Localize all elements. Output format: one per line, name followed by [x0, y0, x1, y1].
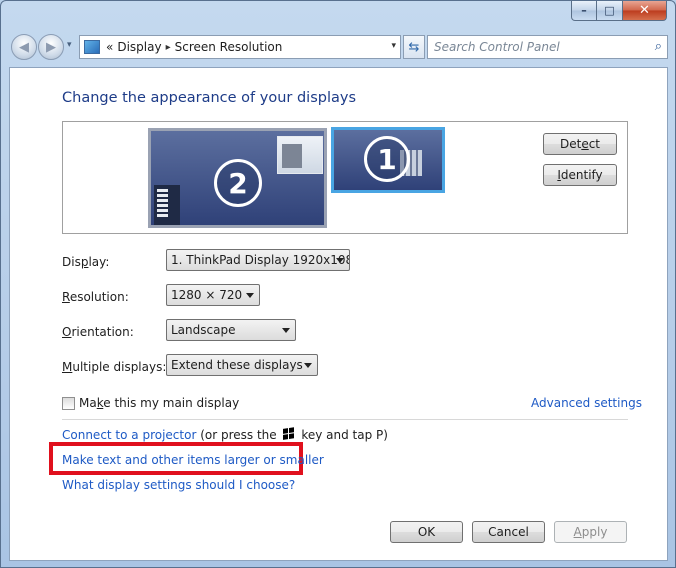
apply-label: Apply [573, 525, 608, 539]
breadcrumb-separator-icon[interactable]: ▸ [166, 42, 171, 53]
advanced-settings-link[interactable]: Advanced settings [531, 396, 642, 410]
display-select[interactable]: 1. ThinkPad Display 1920x1080 [166, 249, 350, 271]
monitor-taskbar-thumbnail [154, 185, 180, 225]
multiple-displays-select[interactable]: Extend these displays [166, 354, 318, 376]
ok-label: OK [417, 525, 436, 539]
page-title: Change the appearance of your displays [62, 90, 357, 106]
close-button[interactable]: ✕ [623, 1, 667, 21]
projector-hint-before: (or press the [200, 428, 277, 442]
display-settings-help-link[interactable]: What display settings should I choose? [62, 478, 295, 492]
window: – □ ✕ ◀ ▶ ▾ « Display ▸ Screen Resolutio… [0, 0, 676, 568]
breadcrumb-display[interactable]: Display [117, 40, 161, 54]
projector-hint-after: key and tap P) [301, 428, 388, 442]
breadcrumb-overflow[interactable]: « [106, 40, 113, 54]
projector-line: Connect to a projector (or press the key… [62, 427, 388, 442]
recent-pages-dropdown[interactable]: ▾ [67, 40, 72, 50]
multiple-displays-select-value: Extend these displays [171, 358, 303, 372]
main-content: Change the appearance of your displays 2… [9, 67, 668, 561]
back-button[interactable]: ◀ [11, 34, 37, 60]
chevron-down-icon [282, 328, 290, 333]
search-placeholder: Search Control Panel [434, 40, 560, 54]
orientation-label: Orientation: [62, 325, 134, 339]
caption-buttons: – □ ✕ [571, 1, 667, 21]
display-label: Display: [62, 255, 110, 269]
chevron-down-icon [246, 293, 254, 298]
detect-label: Detect [559, 137, 601, 151]
maximize-button[interactable]: □ [597, 1, 623, 21]
main-display-checkbox-label[interactable]: Make this my main display [79, 396, 239, 410]
monitor-1[interactable]: 1 [331, 127, 445, 193]
forward-arrow-icon: ▶ [46, 39, 56, 55]
orientation-select-value: Landscape [171, 323, 236, 337]
connect-projector-link[interactable]: Connect to a projector [62, 428, 196, 442]
windows-logo-icon [282, 427, 295, 441]
detect-button[interactable]: Detect [543, 133, 617, 155]
identify-button[interactable]: Identify [543, 164, 617, 186]
cancel-button[interactable]: Cancel [472, 521, 545, 543]
ok-button[interactable]: OK [390, 521, 463, 543]
resolution-select[interactable]: 1280 × 720 [166, 284, 260, 306]
display-select-value: 1. ThinkPad Display 1920x1080 [171, 253, 350, 267]
monitor-arrangement: 2 1 Detect Identify [62, 121, 628, 234]
resolution-label: Resolution: [62, 290, 129, 304]
address-dropdown-icon[interactable]: ▾ [391, 41, 396, 51]
text-size-link[interactable]: Make text and other items larger or smal… [62, 453, 324, 467]
monitor-window-thumbnail [277, 136, 323, 174]
search-icon[interactable]: ⌕ [655, 39, 662, 54]
back-arrow-icon: ◀ [19, 39, 29, 55]
multiple-displays-label: Multiple displays: [62, 360, 167, 374]
control-panel-icon [84, 40, 100, 54]
resolution-select-value: 1280 × 720 [171, 288, 243, 302]
identify-label: Identify [557, 168, 603, 182]
navigation-bar: ◀ ▶ ▾ « Display ▸ Screen Resolution ▾ ⇆ … [9, 31, 668, 63]
monitor-number-badge: 2 [214, 159, 262, 207]
main-display-checkbox[interactable] [62, 397, 75, 410]
chevron-down-icon [304, 363, 312, 368]
breadcrumb-screen-resolution[interactable]: Screen Resolution [175, 40, 283, 54]
divider [62, 419, 628, 420]
refresh-icon: ⇆ [408, 39, 420, 55]
monitor-2[interactable]: 2 [148, 128, 327, 228]
orientation-select[interactable]: Landscape [166, 319, 296, 341]
chevron-down-icon [336, 258, 344, 263]
cancel-label: Cancel [488, 525, 529, 539]
search-input[interactable]: Search Control Panel ⌕ [427, 35, 668, 59]
minimize-button[interactable]: – [571, 1, 597, 21]
forward-button[interactable]: ▶ [38, 34, 64, 60]
monitor-number-badge: 1 [364, 136, 410, 182]
address-bar[interactable]: « Display ▸ Screen Resolution ▾ [79, 35, 401, 59]
apply-button[interactable]: Apply [554, 521, 627, 543]
refresh-button[interactable]: ⇆ [403, 35, 425, 59]
